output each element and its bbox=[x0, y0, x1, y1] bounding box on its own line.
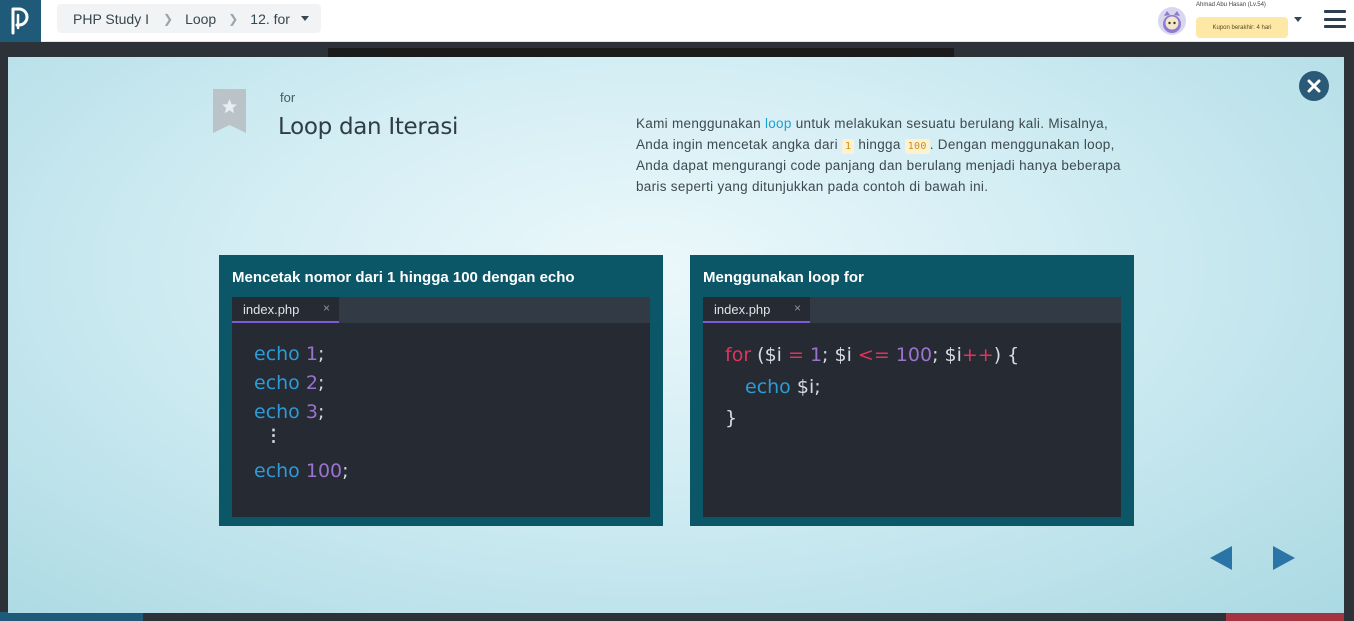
breadcrumb: PHP Study I ❯ Loop ❯ 12. for bbox=[57, 4, 321, 33]
user-name: Ahmad Abu Hasan (Lv.54) bbox=[1196, 2, 1266, 8]
ellipsis-icon: ⋮ bbox=[265, 426, 282, 445]
inline-code: 1 bbox=[841, 139, 855, 154]
code-line: echo $i; bbox=[745, 376, 821, 398]
chevron-right-icon: ❯ bbox=[163, 11, 174, 26]
next-slide-button[interactable] bbox=[1273, 546, 1295, 570]
close-icon[interactable]: × bbox=[323, 301, 330, 315]
code-card-for: Menggunakan loop for index.php × for ($i… bbox=[690, 255, 1134, 526]
code-editor: index.php × for ($i = 1; $i <= 100; $i++… bbox=[703, 297, 1121, 517]
background-footer-left bbox=[0, 612, 143, 621]
loop-keyword: loop bbox=[764, 116, 792, 131]
code-line: echo 3; bbox=[254, 401, 325, 423]
breadcrumb-course[interactable]: PHP Study I bbox=[73, 11, 151, 27]
caret-down-icon[interactable] bbox=[300, 16, 309, 21]
close-button[interactable] bbox=[1299, 71, 1329, 101]
inline-code: 100 bbox=[904, 139, 930, 154]
file-tab-label: index.php bbox=[714, 301, 771, 317]
editor-tab-bar: index.php × bbox=[703, 297, 1121, 323]
breadcrumb-chapter[interactable]: Loop bbox=[185, 11, 216, 27]
previous-slide-button[interactable] bbox=[1210, 546, 1232, 570]
breadcrumb-lesson[interactable]: 12. for bbox=[250, 11, 290, 27]
card-title: Mencetak nomor dari 1 hingga 100 dengan … bbox=[232, 269, 575, 286]
close-icon bbox=[1307, 79, 1321, 93]
close-icon[interactable]: × bbox=[794, 301, 801, 315]
file-tab-label: index.php bbox=[243, 301, 300, 317]
coupon-badge[interactable]: Kupon berakhir: 4 hari bbox=[1196, 17, 1288, 38]
chevron-right-icon: ❯ bbox=[228, 11, 239, 26]
hamburger-menu-icon[interactable] bbox=[1324, 10, 1346, 28]
slide-modal: for Loop dan Iterasi Kami menggunakan lo… bbox=[8, 57, 1344, 613]
caret-down-icon[interactable] bbox=[1294, 17, 1302, 22]
slide-kicker: for bbox=[280, 90, 296, 105]
background-video-bar bbox=[328, 48, 954, 57]
slide-description: Kami menggunakan loop untuk melakukan se… bbox=[636, 116, 1121, 194]
code-editor: index.php × echo 1; echo 2; echo 3; ⋮ ec… bbox=[232, 297, 650, 517]
editor-tab-bar: index.php × bbox=[232, 297, 650, 323]
bookmark-icon bbox=[213, 89, 246, 133]
code-line: echo 100; bbox=[254, 460, 349, 482]
code-card-echo: Mencetak nomor dari 1 hingga 100 dengan … bbox=[219, 255, 663, 526]
code-line: } bbox=[725, 407, 738, 429]
code-line: for ($i = 1; $i <= 100; $i++) { bbox=[725, 344, 1020, 366]
code-line: echo 1; bbox=[254, 343, 325, 365]
code-line: echo 2; bbox=[254, 372, 325, 394]
top-bar: PHP Study I ❯ Loop ❯ 12. for Ahmad Abu H… bbox=[0, 0, 1354, 42]
user-menu: Ahmad Abu Hasan (Lv.54) Kupon berakhir: … bbox=[1144, 0, 1354, 42]
slide-title: Loop dan Iterasi bbox=[278, 114, 459, 140]
avatar[interactable] bbox=[1158, 7, 1186, 35]
file-tab[interactable]: index.php × bbox=[703, 297, 810, 323]
progate-logo-icon[interactable] bbox=[0, 0, 41, 42]
file-tab[interactable]: index.php × bbox=[232, 297, 339, 323]
card-title: Menggunakan loop for bbox=[703, 269, 864, 286]
